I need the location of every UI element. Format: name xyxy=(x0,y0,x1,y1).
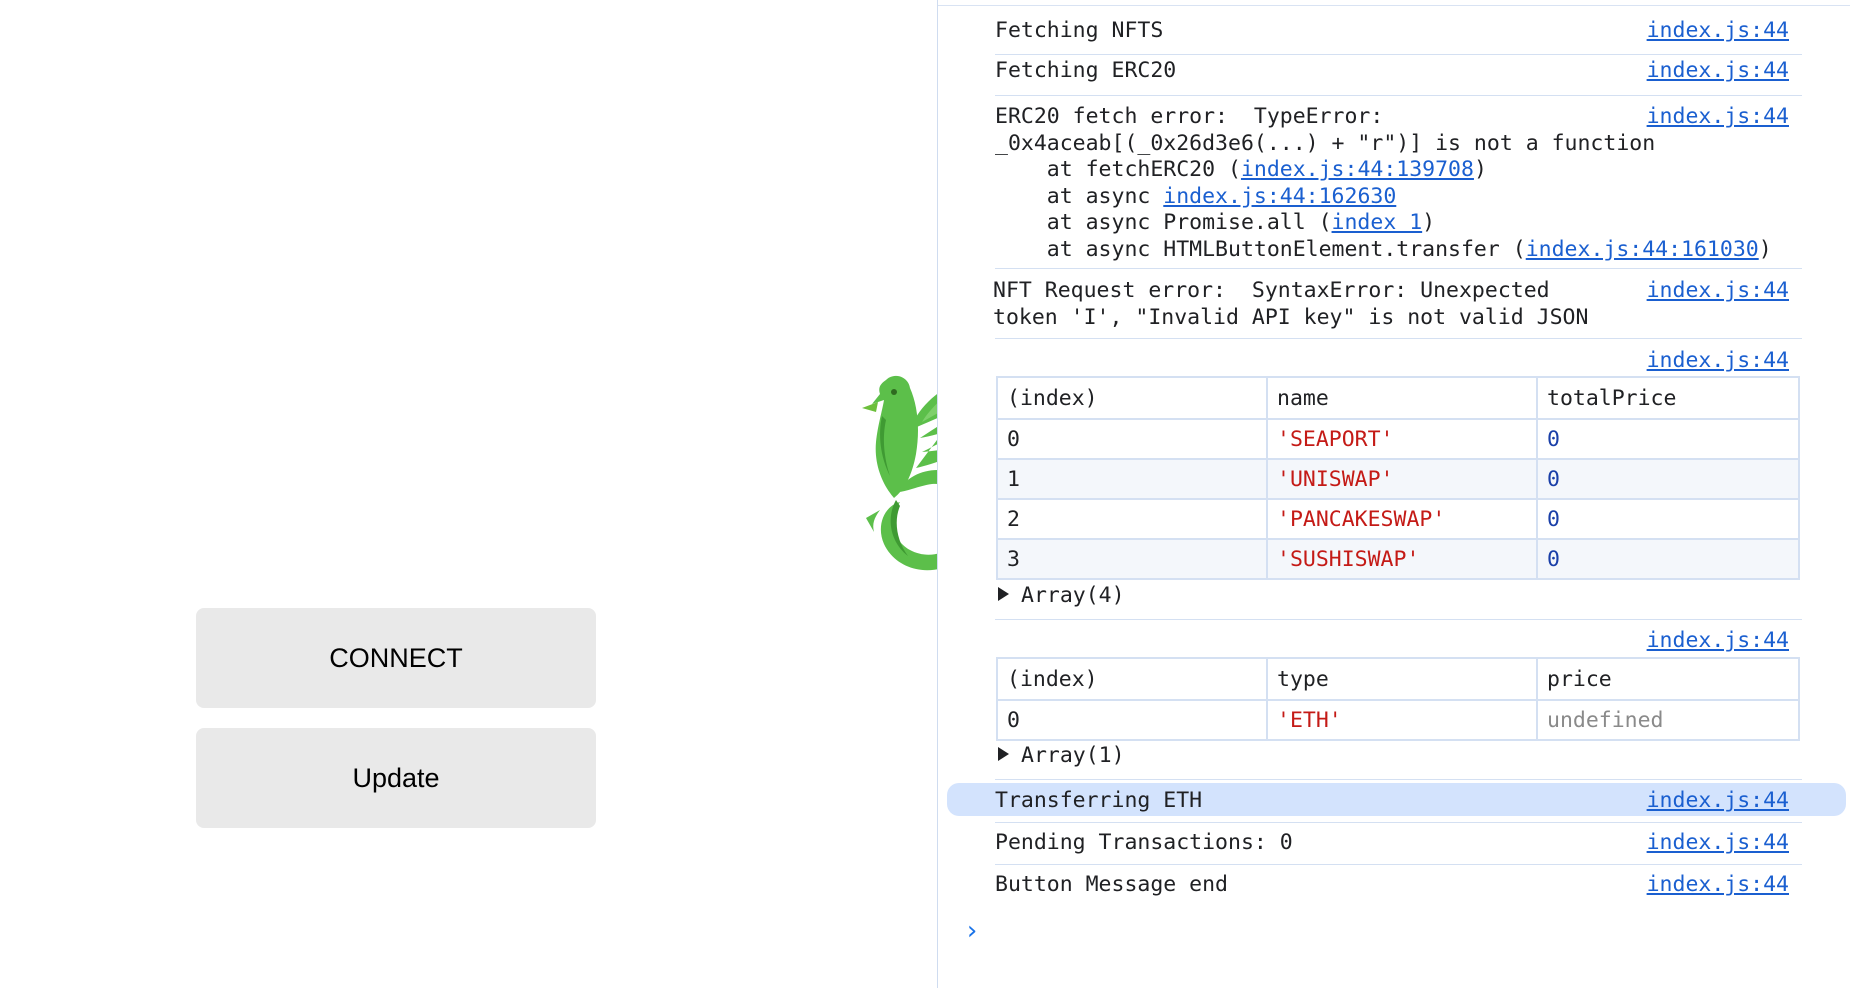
table-header-row: (index) type price xyxy=(996,657,1800,701)
source-link[interactable]: index.js:44 xyxy=(1647,788,1789,813)
table-cell-index: 1 xyxy=(996,458,1268,500)
console-message-button-end: Button Message end index.js:44 xyxy=(995,872,1850,899)
source-link[interactable]: index.js:44 xyxy=(1647,18,1789,43)
table-cell-price: 0 xyxy=(1536,418,1800,460)
console-divider xyxy=(995,54,1802,55)
source-link[interactable]: index.js:44 xyxy=(1647,104,1789,129)
console-message-transferring-eth[interactable]: Transferring ETH index.js:44 xyxy=(995,788,1850,815)
table-row: 0 'SEAPORT' 0 xyxy=(996,418,1800,460)
table-header-cell: (index) xyxy=(996,657,1268,701)
table-cell-name: 'PANCAKESWAP' xyxy=(1266,498,1538,540)
console-message-text: Fetching NFTS xyxy=(995,18,1164,43)
source-link[interactable]: index.js:44 xyxy=(1647,348,1789,373)
table-cell-price: 0 xyxy=(1536,498,1800,540)
array-expander[interactable]: Array(1) xyxy=(998,743,1125,770)
table-cell-index: 2 xyxy=(996,498,1268,540)
console-divider xyxy=(995,864,1802,865)
table-cell-name: 'SEAPORT' xyxy=(1266,418,1538,460)
console-table-tokens: (index) type price 0 'ETH' undefined xyxy=(996,657,1800,741)
console-divider xyxy=(995,822,1802,823)
stack-link[interactable]: index 1 xyxy=(1332,210,1423,235)
table-cell-price: undefined xyxy=(1536,699,1800,741)
expand-triangle-icon xyxy=(998,587,1009,601)
expand-triangle-icon xyxy=(998,747,1009,761)
console-table-protocols: (index) name totalPrice 0 'SEAPORT' 0 1 … xyxy=(996,376,1800,580)
table-header-cell: name xyxy=(1266,376,1538,420)
table-header-cell: price xyxy=(1536,657,1800,701)
console-prompt-chevron-icon[interactable]: › xyxy=(964,916,980,946)
table-header-cell: (index) xyxy=(996,376,1268,420)
table-cell-index: 3 xyxy=(996,538,1268,580)
devtools-console: Fetching NFTS index.js:44 Fetching ERC20… xyxy=(937,0,1850,988)
console-message-pending-transactions: Pending Transactions: 0 index.js:44 xyxy=(995,830,1850,857)
stack-frame: at fetchERC20 (index.js:44:139708) xyxy=(995,157,1487,182)
stack-link[interactable]: index.js:44:162630 xyxy=(1163,184,1396,209)
source-link[interactable]: index.js:44 xyxy=(1647,58,1789,83)
console-message-text: Button Message end xyxy=(995,872,1228,897)
stack-frame: at async HTMLButtonElement.transfer (ind… xyxy=(995,236,1772,262)
console-message-text: Pending Transactions: 0 xyxy=(995,830,1293,855)
table-cell-name: 'SUSHISWAP' xyxy=(1266,538,1538,580)
table-cell-price: 0 xyxy=(1536,458,1800,500)
table-row: 0 'ETH' undefined xyxy=(996,699,1800,741)
table-cell-name: 'UNISWAP' xyxy=(1266,458,1538,500)
array-label: Array(4) xyxy=(1021,583,1125,608)
array-expander[interactable]: Array(4) xyxy=(998,583,1125,610)
table-cell-type: 'ETH' xyxy=(1266,699,1538,741)
table-cell-index: 0 xyxy=(996,699,1268,741)
console-message-fetching-erc20: Fetching ERC20 index.js:44 xyxy=(995,58,1850,85)
console-message-nft-error: NFT Request error: SyntaxError: Unexpect… xyxy=(993,278,1850,331)
stack-frame: at async index.js:44:162630 xyxy=(995,183,1397,209)
table-row: 1 'UNISWAP' 0 xyxy=(996,458,1800,500)
web-page: CONNECT Update xyxy=(0,0,988,988)
console-divider xyxy=(995,619,1802,620)
connect-button[interactable]: CONNECT xyxy=(196,608,596,708)
console-top-divider xyxy=(938,5,1850,6)
console-message-fetching-nfts: Fetching NFTS index.js:44 xyxy=(995,18,1850,45)
table-header-row: (index) name totalPrice xyxy=(996,376,1800,420)
table-header-cell: totalPrice xyxy=(1536,376,1800,420)
stack-link[interactable]: index.js:44:139708 xyxy=(1241,157,1474,182)
array-label: Array(1) xyxy=(1021,743,1125,768)
update-button[interactable]: Update xyxy=(196,728,596,828)
console-message-erc20-error: ERC20 fetch error: TypeError: _0x4aceab[… xyxy=(995,104,1850,263)
error-line: token 'I', "Invalid API key" is not vali… xyxy=(993,304,1589,330)
source-link[interactable]: index.js:44 xyxy=(1647,628,1789,653)
stack-frame: at async Promise.all (index 1) xyxy=(995,210,1436,235)
console-message-text: Fetching ERC20 xyxy=(995,58,1177,83)
console-divider xyxy=(995,779,1802,780)
table-cell-index: 0 xyxy=(996,418,1268,460)
console-divider xyxy=(995,268,1802,269)
table-header-cell: type xyxy=(1266,657,1538,701)
table-row: 3 'SUSHISWAP' 0 xyxy=(996,538,1800,580)
stack-link[interactable]: index.js:44:161030 xyxy=(1526,237,1759,262)
error-line: _0x4aceab[(_0x26d3e6(...) + "r")] is not… xyxy=(995,130,1656,156)
source-link[interactable]: index.js:44 xyxy=(1647,830,1789,855)
console-divider xyxy=(995,95,1802,96)
table-row: 2 'PANCAKESWAP' 0 xyxy=(996,498,1800,540)
table-cell-price: 0 xyxy=(1536,538,1800,580)
source-link[interactable]: index.js:44 xyxy=(1647,278,1789,303)
console-divider xyxy=(995,338,1802,339)
console-message-text: Transferring ETH xyxy=(995,788,1203,813)
source-link[interactable]: index.js:44 xyxy=(1647,872,1789,897)
